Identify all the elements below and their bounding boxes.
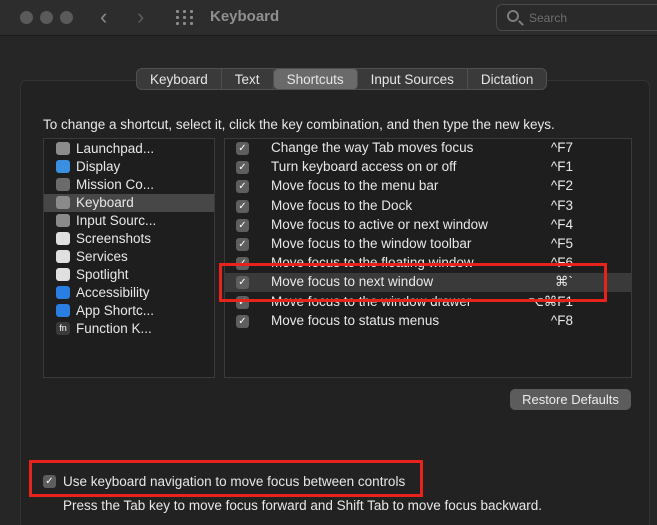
zoom-window-button[interactable] (60, 11, 73, 24)
search-placeholder: Search (529, 11, 568, 25)
sidebar-item-label: Launchpad... (76, 141, 155, 156)
sidebar-item-input-sources[interactable]: Input Sourc... (44, 212, 214, 230)
back-button[interactable]: ‹ (100, 5, 107, 29)
shortcut-checkbox[interactable]: ✓ (236, 314, 249, 328)
sidebar-item-spotlight[interactable]: Spotlight (44, 266, 214, 284)
sidebar-item-label: Function K... (76, 321, 152, 336)
tab-shortcuts[interactable]: Shortcuts (273, 69, 358, 89)
sidebar-item-label: Mission Co... (76, 177, 155, 192)
keyboard-navigation-checkbox[interactable]: ✓ (43, 475, 56, 488)
sidebar-item-app-shortcuts[interactable]: App Shortc... (44, 302, 214, 320)
title-bar: ‹ › Keyboard Search (0, 0, 657, 36)
display-icon (56, 160, 70, 173)
tab-dictation[interactable]: Dictation (468, 69, 547, 89)
forward-button[interactable]: › (137, 5, 144, 29)
shortcut-checkbox[interactable]: ✓ (236, 199, 249, 213)
shortcut-row[interactable]: ✓ Move focus to the window toolbar ^F5 (225, 235, 631, 254)
function-keys-icon: fn (56, 322, 70, 335)
shortcut-label: Move focus to the menu bar (271, 178, 439, 194)
shortcut-key[interactable]: ^F4 (551, 217, 573, 232)
sidebar-item-label: Keyboard (76, 195, 134, 210)
window-title: Keyboard (210, 8, 280, 25)
shortcut-key[interactable]: ^F8 (551, 313, 573, 328)
shortcut-checkbox[interactable]: ✓ (236, 180, 249, 194)
sidebar-item-label: App Shortc... (76, 303, 155, 318)
shortcut-checkbox[interactable]: ✓ (236, 238, 249, 251)
instruction-text: To change a shortcut, select it, click t… (43, 117, 555, 132)
shortcut-row[interactable]: ✓ Move focus to status menus ^F8 (225, 312, 631, 331)
tab-bar: Keyboard Text Shortcuts Input Sources Di… (136, 68, 548, 90)
keyboard-navigation-label[interactable]: Use keyboard navigation to move focus be… (63, 474, 405, 489)
mission-control-icon (56, 178, 70, 191)
sidebar-item-screenshots[interactable]: Screenshots (44, 230, 214, 248)
tab-keyboard[interactable]: Keyboard (137, 69, 222, 89)
sidebar-item-label: Screenshots (76, 231, 152, 246)
shortcut-key[interactable]: ^F3 (551, 198, 573, 213)
tab-input-sources[interactable]: Input Sources (358, 69, 468, 89)
sidebar-item-launchpad[interactable]: Launchpad... (44, 140, 214, 158)
shortcut-label: Move focus to active or next window (271, 216, 488, 232)
shortcut-label: Move focus to the Dock (271, 197, 413, 213)
shortcut-key[interactable]: ^F1 (551, 159, 573, 174)
sidebar-item-label: Accessibility (76, 285, 150, 300)
sidebar-item-label: Services (76, 249, 128, 264)
shortcut-label: Move focus to status menus (271, 312, 440, 328)
keyboard-navigation-hint: Press the Tab key to move focus forward … (63, 498, 542, 513)
shortcut-key[interactable]: ^F5 (551, 236, 573, 251)
shortcut-row[interactable]: ✓ Change the way Tab moves focus ^F7 (225, 139, 631, 158)
search-field[interactable]: Search (496, 4, 657, 31)
spotlight-icon (56, 268, 70, 281)
shortcut-row[interactable]: ✓ Move focus to active or next window ^F4 (225, 216, 631, 235)
sidebar-item-services[interactable]: Services (44, 248, 214, 266)
screenshots-icon (56, 232, 70, 245)
shortcut-label: Turn keyboard access on or off (271, 159, 457, 175)
shortcut-label: Change the way Tab moves focus (271, 140, 474, 155)
shortcut-row[interactable]: ✓ Turn keyboard access on or off ^F1 (225, 158, 631, 177)
shortcut-label: Move focus to the window toolbar (271, 236, 472, 251)
sidebar-item-function-keys[interactable]: fn Function K... (44, 320, 214, 338)
sidebar-item-keyboard[interactable]: Keyboard (44, 194, 214, 212)
minimize-window-button[interactable] (40, 11, 53, 24)
search-icon (507, 10, 519, 22)
sidebar-item-label: Input Sourc... (76, 213, 157, 228)
shortcut-key[interactable]: ^F2 (551, 178, 573, 193)
accessibility-icon (56, 286, 70, 299)
shortcut-checkbox[interactable]: ✓ (236, 218, 249, 232)
shortcut-table: ✓ Change the way Tab moves focus ^F7 ✓ Turn … (224, 138, 632, 378)
shortcut-checkbox[interactable]: ✓ (236, 161, 249, 175)
launchpad-icon (56, 142, 70, 155)
shortcut-checkbox[interactable]: ✓ (236, 142, 249, 155)
close-window-button[interactable] (20, 11, 33, 24)
sidebar-item-label: Spotlight (76, 267, 129, 282)
sidebar-item-label: Display (76, 159, 121, 174)
shortcut-row[interactable]: ✓ Move focus to the Dock ^F3 (225, 197, 631, 216)
shortcut-key[interactable]: ^F7 (551, 140, 573, 155)
keyboard-icon (56, 196, 70, 209)
input-sources-icon (56, 214, 70, 227)
services-icon (56, 250, 70, 263)
app-shortcuts-icon (56, 304, 70, 317)
tab-text[interactable]: Text (222, 69, 274, 89)
sidebar-item-display[interactable]: Display (44, 158, 214, 176)
show-all-grid-icon[interactable] (176, 10, 194, 26)
sidebar-item-mission-control[interactable]: Mission Co... (44, 176, 214, 194)
sidebar-item-accessibility[interactable]: Accessibility (44, 284, 214, 302)
shortcut-category-list: Launchpad... Display Mission Co... Keyboard… (43, 138, 215, 378)
restore-defaults-button[interactable]: Restore Defaults (510, 389, 631, 410)
annotation-highlight-next-window (219, 263, 607, 302)
shortcut-row[interactable]: ✓ Move focus to the menu bar ^F2 (225, 177, 631, 196)
